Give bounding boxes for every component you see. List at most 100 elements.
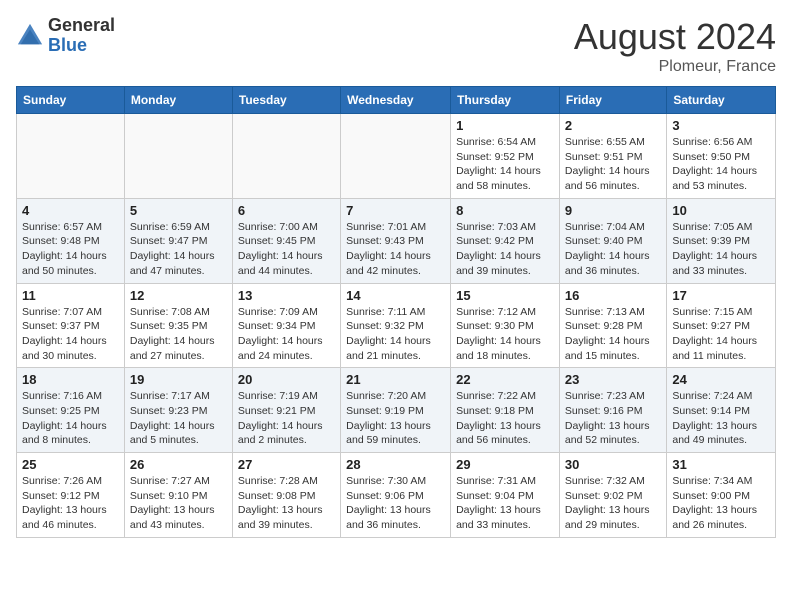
day-number: 17 bbox=[672, 288, 770, 303]
calendar-cell: 30 Sunrise: 7:32 AM Sunset: 9:02 PM Dayli… bbox=[559, 453, 666, 538]
day-info: Sunrise: 7:12 AM Sunset: 9:30 PM Dayligh… bbox=[456, 305, 554, 364]
day-number: 31 bbox=[672, 457, 770, 472]
calendar-cell: 19Sunrise: 7:17 AM Sunset: 9:23 PM Dayli… bbox=[124, 368, 232, 453]
day-number: 30 bbox=[565, 457, 661, 472]
logo-icon bbox=[16, 22, 44, 50]
calendar-cell: 1Sunrise: 6:54 AM Sunset: 9:52 PM Daylig… bbox=[451, 114, 560, 199]
calendar-cell: 24 Sunrise: 7:24 AM Sunset: 9:14 PM Dayli… bbox=[667, 368, 776, 453]
day-number: 3 bbox=[672, 118, 770, 133]
calendar-title: August 2024 bbox=[574, 16, 776, 58]
calendar-table: SundayMondayTuesdayWednesdayThursdayFrid… bbox=[16, 86, 776, 538]
calendar-cell: 10 Sunrise: 7:05 AM Sunset: 9:39 PM Dayli… bbox=[667, 198, 776, 283]
day-info: Sunrise: 7:07 AM Sunset: 9:37 PM Dayligh… bbox=[22, 305, 119, 364]
day-number: 9 bbox=[565, 203, 661, 218]
day-number: 16 bbox=[565, 288, 661, 303]
calendar-cell: 17 Sunrise: 7:15 AM Sunset: 9:27 PM Dayli… bbox=[667, 283, 776, 368]
weekday-header-saturday: Saturday bbox=[667, 87, 776, 114]
weekday-header-monday: Monday bbox=[124, 87, 232, 114]
day-info: Sunrise: 7:26 AM Sunset: 9:12 PM Dayligh… bbox=[22, 474, 119, 533]
calendar-cell: 29 Sunrise: 7:31 AM Sunset: 9:04 PM Dayli… bbox=[451, 453, 560, 538]
day-info: Sunrise: 7:20 AM Sunset: 9:19 PM Dayligh… bbox=[346, 389, 445, 448]
day-number: 27 bbox=[238, 457, 335, 472]
calendar-cell: 26 Sunrise: 7:27 AM Sunset: 9:10 PM Dayli… bbox=[124, 453, 232, 538]
logo-text: General Blue bbox=[48, 16, 115, 56]
day-number: 26 bbox=[130, 457, 227, 472]
day-info: Sunrise: 7:08 AM Sunset: 9:35 PM Dayligh… bbox=[130, 305, 227, 364]
calendar-cell: 5Sunrise: 6:59 AM Sunset: 9:47 PM Daylig… bbox=[124, 198, 232, 283]
calendar-cell: 13 Sunrise: 7:09 AM Sunset: 9:34 PM Dayli… bbox=[232, 283, 340, 368]
day-number: 1 bbox=[456, 118, 554, 133]
calendar-subtitle: Plomeur, France bbox=[574, 58, 776, 76]
day-number: 10 bbox=[672, 203, 770, 218]
weekday-header-row: SundayMondayTuesdayWednesdayThursdayFrid… bbox=[17, 87, 776, 114]
calendar-week-1: 1Sunrise: 6:54 AM Sunset: 9:52 PM Daylig… bbox=[17, 114, 776, 199]
day-number: 23 bbox=[565, 372, 661, 387]
day-number: 24 bbox=[672, 372, 770, 387]
weekday-header-sunday: Sunday bbox=[17, 87, 125, 114]
day-info: Sunrise: 7:01 AM Sunset: 9:43 PM Dayligh… bbox=[346, 220, 445, 279]
calendar-cell: 16 Sunrise: 7:13 AM Sunset: 9:28 PM Dayli… bbox=[559, 283, 666, 368]
day-info: Sunrise: 7:04 AM Sunset: 9:40 PM Dayligh… bbox=[565, 220, 661, 279]
day-number: 20 bbox=[238, 372, 335, 387]
logo: General Blue bbox=[16, 16, 115, 56]
day-info: Sunrise: 6:59 AM Sunset: 9:47 PM Dayligh… bbox=[130, 220, 227, 279]
day-info: Sunrise: 7:17 AM Sunset: 9:23 PM Dayligh… bbox=[130, 389, 227, 448]
logo-blue-text: Blue bbox=[48, 36, 115, 56]
calendar-week-3: 11 Sunrise: 7:07 AM Sunset: 9:37 PM Dayli… bbox=[17, 283, 776, 368]
day-info: Sunrise: 7:11 AM Sunset: 9:32 PM Dayligh… bbox=[346, 305, 445, 364]
day-number: 21 bbox=[346, 372, 445, 387]
weekday-header-friday: Friday bbox=[559, 87, 666, 114]
day-info: Sunrise: 7:05 AM Sunset: 9:39 PM Dayligh… bbox=[672, 220, 770, 279]
day-number: 28 bbox=[346, 457, 445, 472]
calendar-cell bbox=[17, 114, 125, 199]
calendar-cell: 22 Sunrise: 7:22 AM Sunset: 9:18 PM Dayli… bbox=[451, 368, 560, 453]
calendar-cell: 31 Sunrise: 7:34 AM Sunset: 9:00 PM Dayli… bbox=[667, 453, 776, 538]
calendar-cell: 9 Sunrise: 7:04 AM Sunset: 9:40 PM Daylig… bbox=[559, 198, 666, 283]
calendar-cell: 20Sunrise: 7:19 AM Sunset: 9:21 PM Dayli… bbox=[232, 368, 340, 453]
day-number: 6 bbox=[238, 203, 335, 218]
day-info: Sunrise: 7:22 AM Sunset: 9:18 PM Dayligh… bbox=[456, 389, 554, 448]
day-info: Sunrise: 7:00 AM Sunset: 9:45 PM Dayligh… bbox=[238, 220, 335, 279]
day-info: Sunrise: 6:56 AM Sunset: 9:50 PM Dayligh… bbox=[672, 135, 770, 194]
day-number: 14 bbox=[346, 288, 445, 303]
calendar-cell: 23 Sunrise: 7:23 AM Sunset: 9:16 PM Dayli… bbox=[559, 368, 666, 453]
day-info: Sunrise: 7:34 AM Sunset: 9:00 PM Dayligh… bbox=[672, 474, 770, 533]
day-info: Sunrise: 6:55 AM Sunset: 9:51 PM Dayligh… bbox=[565, 135, 661, 194]
day-info: Sunrise: 7:27 AM Sunset: 9:10 PM Dayligh… bbox=[130, 474, 227, 533]
day-number: 7 bbox=[346, 203, 445, 218]
day-info: Sunrise: 7:30 AM Sunset: 9:06 PM Dayligh… bbox=[346, 474, 445, 533]
title-section: August 2024 Plomeur, France bbox=[574, 16, 776, 76]
day-info: Sunrise: 7:31 AM Sunset: 9:04 PM Dayligh… bbox=[456, 474, 554, 533]
weekday-header-wednesday: Wednesday bbox=[341, 87, 451, 114]
calendar-cell bbox=[124, 114, 232, 199]
day-number: 25 bbox=[22, 457, 119, 472]
calendar-cell: 8 Sunrise: 7:03 AM Sunset: 9:42 PM Daylig… bbox=[451, 198, 560, 283]
calendar-cell bbox=[341, 114, 451, 199]
day-info: Sunrise: 7:32 AM Sunset: 9:02 PM Dayligh… bbox=[565, 474, 661, 533]
day-info: Sunrise: 7:23 AM Sunset: 9:16 PM Dayligh… bbox=[565, 389, 661, 448]
day-info: Sunrise: 7:24 AM Sunset: 9:14 PM Dayligh… bbox=[672, 389, 770, 448]
calendar-cell: 7 Sunrise: 7:01 AM Sunset: 9:43 PM Daylig… bbox=[341, 198, 451, 283]
calendar-cell: 2Sunrise: 6:55 AM Sunset: 9:51 PM Daylig… bbox=[559, 114, 666, 199]
day-number: 11 bbox=[22, 288, 119, 303]
day-number: 13 bbox=[238, 288, 335, 303]
day-info: Sunrise: 7:03 AM Sunset: 9:42 PM Dayligh… bbox=[456, 220, 554, 279]
weekday-header-thursday: Thursday bbox=[451, 87, 560, 114]
calendar-cell: 25 Sunrise: 7:26 AM Sunset: 9:12 PM Dayli… bbox=[17, 453, 125, 538]
day-info: Sunrise: 6:57 AM Sunset: 9:48 PM Dayligh… bbox=[22, 220, 119, 279]
day-info: Sunrise: 7:09 AM Sunset: 9:34 PM Dayligh… bbox=[238, 305, 335, 364]
day-number: 22 bbox=[456, 372, 554, 387]
calendar-cell: 28 Sunrise: 7:30 AM Sunset: 9:06 PM Dayli… bbox=[341, 453, 451, 538]
calendar-cell: 3 Sunrise: 6:56 AM Sunset: 9:50 PM Daylig… bbox=[667, 114, 776, 199]
calendar-cell: 15Sunrise: 7:12 AM Sunset: 9:30 PM Dayli… bbox=[451, 283, 560, 368]
day-info: Sunrise: 7:28 AM Sunset: 9:08 PM Dayligh… bbox=[238, 474, 335, 533]
day-number: 8 bbox=[456, 203, 554, 218]
weekday-header-tuesday: Tuesday bbox=[232, 87, 340, 114]
day-info: Sunrise: 7:13 AM Sunset: 9:28 PM Dayligh… bbox=[565, 305, 661, 364]
day-number: 29 bbox=[456, 457, 554, 472]
calendar-week-4: 18Sunrise: 7:16 AM Sunset: 9:25 PM Dayli… bbox=[17, 368, 776, 453]
calendar-cell: 4Sunrise: 6:57 AM Sunset: 9:48 PM Daylig… bbox=[17, 198, 125, 283]
calendar-cell bbox=[232, 114, 340, 199]
calendar-week-2: 4Sunrise: 6:57 AM Sunset: 9:48 PM Daylig… bbox=[17, 198, 776, 283]
day-info: Sunrise: 7:15 AM Sunset: 9:27 PM Dayligh… bbox=[672, 305, 770, 364]
